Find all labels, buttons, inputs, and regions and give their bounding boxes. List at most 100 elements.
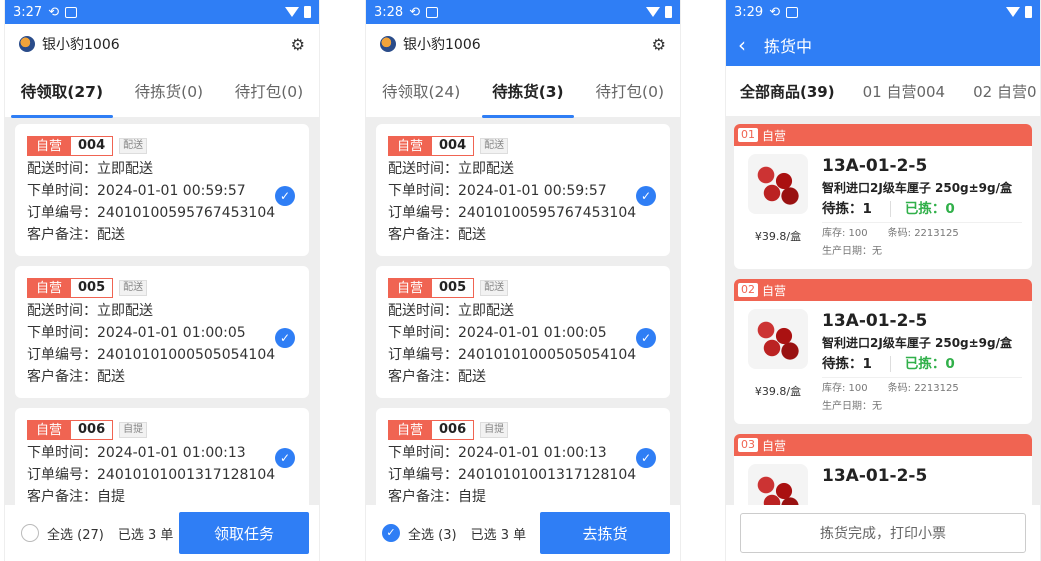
tab-to-pick[interactable]: 待拣货(0)	[129, 64, 209, 118]
order-card[interactable]: 自营 004 配送 配送时间：立即配送 下单时间：2024-01-01 00:59:…	[376, 124, 670, 256]
finish-picking-button[interactable]: 拣货完成，打印小票	[740, 513, 1026, 553]
battery-icon	[1025, 6, 1032, 18]
gear-icon[interactable]: ⚙	[291, 35, 305, 54]
selected-count: 已选 3 单	[117, 527, 174, 543]
product-card-header: 02 自营	[734, 279, 1032, 301]
order-tabs: 待领取(24) 待拣货(3) 待打包(0)	[366, 64, 680, 118]
go-pick-button[interactable]: 去拣货	[540, 512, 670, 554]
shelf-location: 13A-01-2-5	[822, 311, 928, 331]
back-arrow-icon[interactable]: ‹	[738, 33, 746, 57]
tab-to-pack[interactable]: 待打包(0)	[590, 64, 670, 118]
product-image	[748, 464, 808, 505]
select-all-label[interactable]: 全选 (3)	[408, 524, 457, 543]
product-image	[748, 154, 808, 214]
select-all-label[interactable]: 全选 (27)	[47, 524, 104, 543]
order-card[interactable]: 自营 006 自提 下单时间：2024-01-01 01:00:13 订单编号：24…	[376, 408, 670, 505]
user-bar: 银小豹1006 ⚙	[5, 24, 319, 64]
claim-task-button[interactable]: 领取任务	[179, 512, 309, 554]
tab-to-pack[interactable]: 待打包(0)	[229, 64, 309, 118]
product-name: 智利进口2J级车厘子 250g±9g/盒	[822, 336, 1013, 350]
tab-to-claim[interactable]: 待领取(27)	[10, 64, 114, 118]
store-tag: 自营	[388, 420, 433, 440]
select-all-radio[interactable]	[21, 524, 39, 542]
tab-order-01[interactable]: 01 自营004	[863, 81, 946, 102]
sync-icon: ⟲	[48, 4, 60, 20]
store-tag: 自营	[388, 278, 433, 298]
delivery-type-tag: 自提	[480, 422, 509, 438]
order-index-badge: 02	[738, 283, 758, 297]
check-icon[interactable]: ✓	[636, 328, 656, 348]
sync-icon: ⟲	[409, 4, 421, 20]
product-tabs: 全部商品(39) 01 自营004 02 自营0	[726, 66, 1040, 116]
product-list: 01 自营 ¥39.8/盒 13A-01-2-5 智利进口2J级车厘子 250g±…	[726, 116, 1040, 505]
order-index-badge: 01	[738, 128, 758, 142]
stock-info: 库存: 100	[822, 228, 868, 239]
picked-count: 已拣：0	[889, 356, 955, 372]
delivery-type-tag: 配送	[480, 138, 509, 154]
bottom-action-bar: 全选 (27) 已选 3 单 领取任务	[5, 505, 319, 561]
delivery-time: 配送时间：立即配送	[27, 303, 153, 319]
order-card[interactable]: 自营 005 配送 配送时间：立即配送 下单时间：2024-01-01 01:00:…	[15, 266, 309, 398]
order-card[interactable]: 自营 004 配送 配送时间：立即配送 下单时间：2024-01-01 00:59:…	[15, 124, 309, 256]
tab-order-02[interactable]: 02 自营0	[973, 81, 1036, 102]
order-card[interactable]: 自营 005 配送 配送时间：立即配送 下单时间：2024-01-01 01:00:…	[376, 266, 670, 398]
shelf-location: 13A-01-2-5	[822, 466, 928, 486]
wifi-icon	[646, 7, 660, 17]
product-card[interactable]: 01 自营 ¥39.8/盒 13A-01-2-5 智利进口2J级车厘子 250g±…	[734, 124, 1032, 269]
status-bar: 3:27 ⟲	[5, 0, 319, 24]
order-number-tag: 005	[432, 278, 475, 298]
avatar	[380, 36, 396, 52]
wifi-icon	[285, 7, 299, 17]
order-time: 下单时间：2024-01-01 01:00:05	[27, 325, 246, 341]
tab-to-pick[interactable]: 待拣货(3)	[482, 64, 575, 118]
product-price: ¥39.8/盒	[754, 230, 802, 243]
store-tag: 自营	[27, 420, 72, 440]
bottom-action-bar: ✓ 全选 (3) 已选 3 单 去拣货	[366, 505, 680, 561]
user-bar: 银小豹1006 ⚙	[366, 24, 680, 64]
sim-icon	[65, 6, 78, 18]
customer-note: 客户备注：配送	[388, 227, 486, 243]
sync-icon: ⟲	[769, 4, 781, 20]
order-list: 自营 004 配送 配送时间：立即配送 下单时间：2024-01-01 00:59:…	[366, 118, 680, 505]
product-card[interactable]: 03 自营 13A-01-2-5	[734, 434, 1032, 505]
store-label: 自营	[762, 438, 787, 453]
check-icon[interactable]: ✓	[275, 186, 295, 206]
to-pick-count: 待拣：1	[822, 356, 872, 372]
customer-note: 客户备注：配送	[27, 227, 125, 243]
check-icon[interactable]: ✓	[636, 448, 656, 468]
avatar	[19, 36, 35, 52]
delivery-time: 配送时间：立即配送	[27, 161, 153, 177]
customer-note: 客户备注：配送	[388, 369, 486, 385]
product-card[interactable]: 02 自营 ¥39.8/盒 13A-01-2-5 智利进口2J级车厘子 250g±…	[734, 279, 1032, 424]
customer-note: 客户备注：配送	[27, 369, 125, 385]
check-icon[interactable]: ✓	[275, 328, 295, 348]
tab-to-claim[interactable]: 待领取(24)	[376, 64, 466, 118]
sim-icon	[786, 6, 799, 18]
order-id: 订单编号：24010101001317128104	[388, 467, 637, 483]
order-id: 订单编号：24010101000505054104	[27, 347, 276, 363]
gear-icon[interactable]: ⚙	[652, 35, 666, 54]
delivery-time: 配送时间：立即配送	[388, 161, 514, 177]
order-id: 订单编号：24010101001317128104	[27, 467, 276, 483]
status-bar: 3:29 ⟲	[726, 0, 1040, 24]
order-id: 订单编号：24010101000505054104	[388, 347, 637, 363]
barcode-info: 条码: 2213125	[887, 228, 959, 239]
order-card[interactable]: 自营 006 自提 下单时间：2024-01-01 01:00:13 订单编号：24…	[15, 408, 309, 505]
check-icon[interactable]: ✓	[275, 448, 295, 468]
order-number-tag: 004	[71, 136, 114, 156]
order-id: 订单编号：24010100595767453104	[27, 205, 276, 221]
tab-all-products[interactable]: 全部商品(39)	[740, 81, 835, 102]
check-icon[interactable]: ✓	[636, 186, 656, 206]
order-time: 下单时间：2024-01-01 00:59:57	[388, 183, 607, 199]
product-name: 智利进口2J级车厘子 250g±9g/盒	[822, 181, 1013, 195]
to-pick-count: 待拣：1	[822, 201, 872, 217]
select-all-radio[interactable]: ✓	[382, 524, 400, 542]
store-tag: 自营	[388, 136, 433, 156]
stock-info: 库存: 100	[822, 383, 868, 394]
delivery-type-tag: 配送	[480, 280, 509, 296]
customer-note: 客户备注：自提	[27, 489, 125, 505]
store-label: 自营	[762, 128, 787, 143]
order-time: 下单时间：2024-01-01 01:00:13	[388, 445, 607, 461]
product-card-header: 01 自营	[734, 124, 1032, 146]
picked-count: 已拣：0	[889, 201, 955, 217]
